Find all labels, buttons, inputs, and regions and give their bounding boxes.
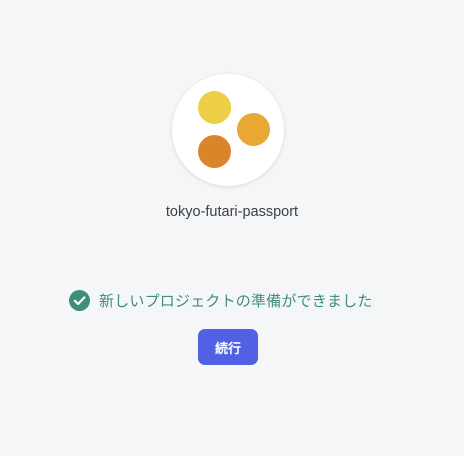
logo-dot-amber — [237, 113, 270, 146]
continue-button[interactable]: 続行 — [198, 329, 258, 365]
logo-dot-orange — [198, 135, 231, 168]
project-logo — [172, 74, 284, 186]
project-name: tokyo-futari-passport — [165, 204, 299, 220]
status-row: 新しいプロジェクトの準備ができました — [69, 289, 373, 311]
project-ready-page: tokyo-futari-passport 新しいプロジェクトの準備ができました… — [0, 0, 464, 456]
check-circle-icon — [69, 289, 90, 311]
logo-dot-yellow — [198, 91, 231, 124]
status-message: 新しいプロジェクトの準備ができました — [99, 292, 373, 310]
